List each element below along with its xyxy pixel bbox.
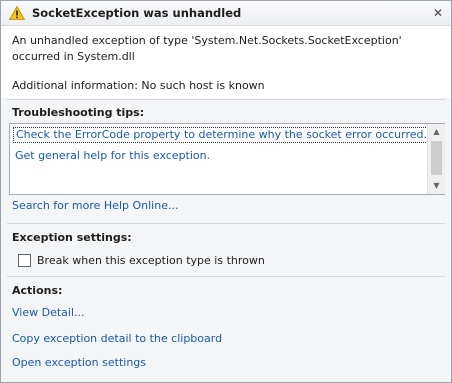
message-area: An unhandled exception of type 'System.N… bbox=[1, 26, 451, 98]
search-help-online-link[interactable]: Search for more Help Online... bbox=[12, 199, 178, 212]
break-on-throw-checkbox[interactable] bbox=[18, 254, 31, 267]
tip-link-errorcode[interactable]: Check the ErrorCode property to determin… bbox=[13, 127, 431, 143]
exception-dialog: SocketException was unhandled ✕ An unhan… bbox=[0, 0, 452, 383]
divider bbox=[7, 99, 445, 100]
break-on-throw-label[interactable]: Break when this exception type is thrown bbox=[37, 254, 265, 267]
title-bar: SocketException was unhandled ✕ bbox=[1, 1, 451, 26]
tip-link-general-help[interactable]: Get general help for this exception. bbox=[13, 149, 212, 163]
additional-information: Additional information: No such host is … bbox=[12, 79, 265, 92]
tips-scrollbar[interactable]: ▲ ▼ bbox=[427, 124, 445, 194]
troubleshooting-label: Troubleshooting tips: bbox=[12, 106, 145, 119]
divider bbox=[7, 276, 445, 277]
exception-message: An unhandled exception of type 'System.N… bbox=[12, 34, 402, 63]
scroll-up-arrow-icon[interactable]: ▲ bbox=[428, 124, 445, 140]
scroll-down-arrow-icon[interactable]: ▼ bbox=[428, 178, 445, 194]
troubleshooting-tips-list[interactable]: Check the ErrorCode property to determin… bbox=[9, 123, 445, 195]
exception-settings-label: Exception settings: bbox=[12, 231, 132, 244]
view-detail-link[interactable]: View Detail... bbox=[12, 306, 85, 319]
actions-label: Actions: bbox=[12, 284, 63, 297]
divider bbox=[7, 223, 445, 224]
dialog-title: SocketException was unhandled bbox=[32, 6, 242, 20]
scroll-thumb[interactable] bbox=[431, 141, 442, 175]
close-button[interactable]: ✕ bbox=[429, 4, 447, 22]
copy-exception-detail-link[interactable]: Copy exception detail to the clipboard bbox=[12, 332, 222, 345]
open-exception-settings-link[interactable]: Open exception settings bbox=[12, 356, 146, 369]
warning-icon bbox=[9, 6, 25, 20]
